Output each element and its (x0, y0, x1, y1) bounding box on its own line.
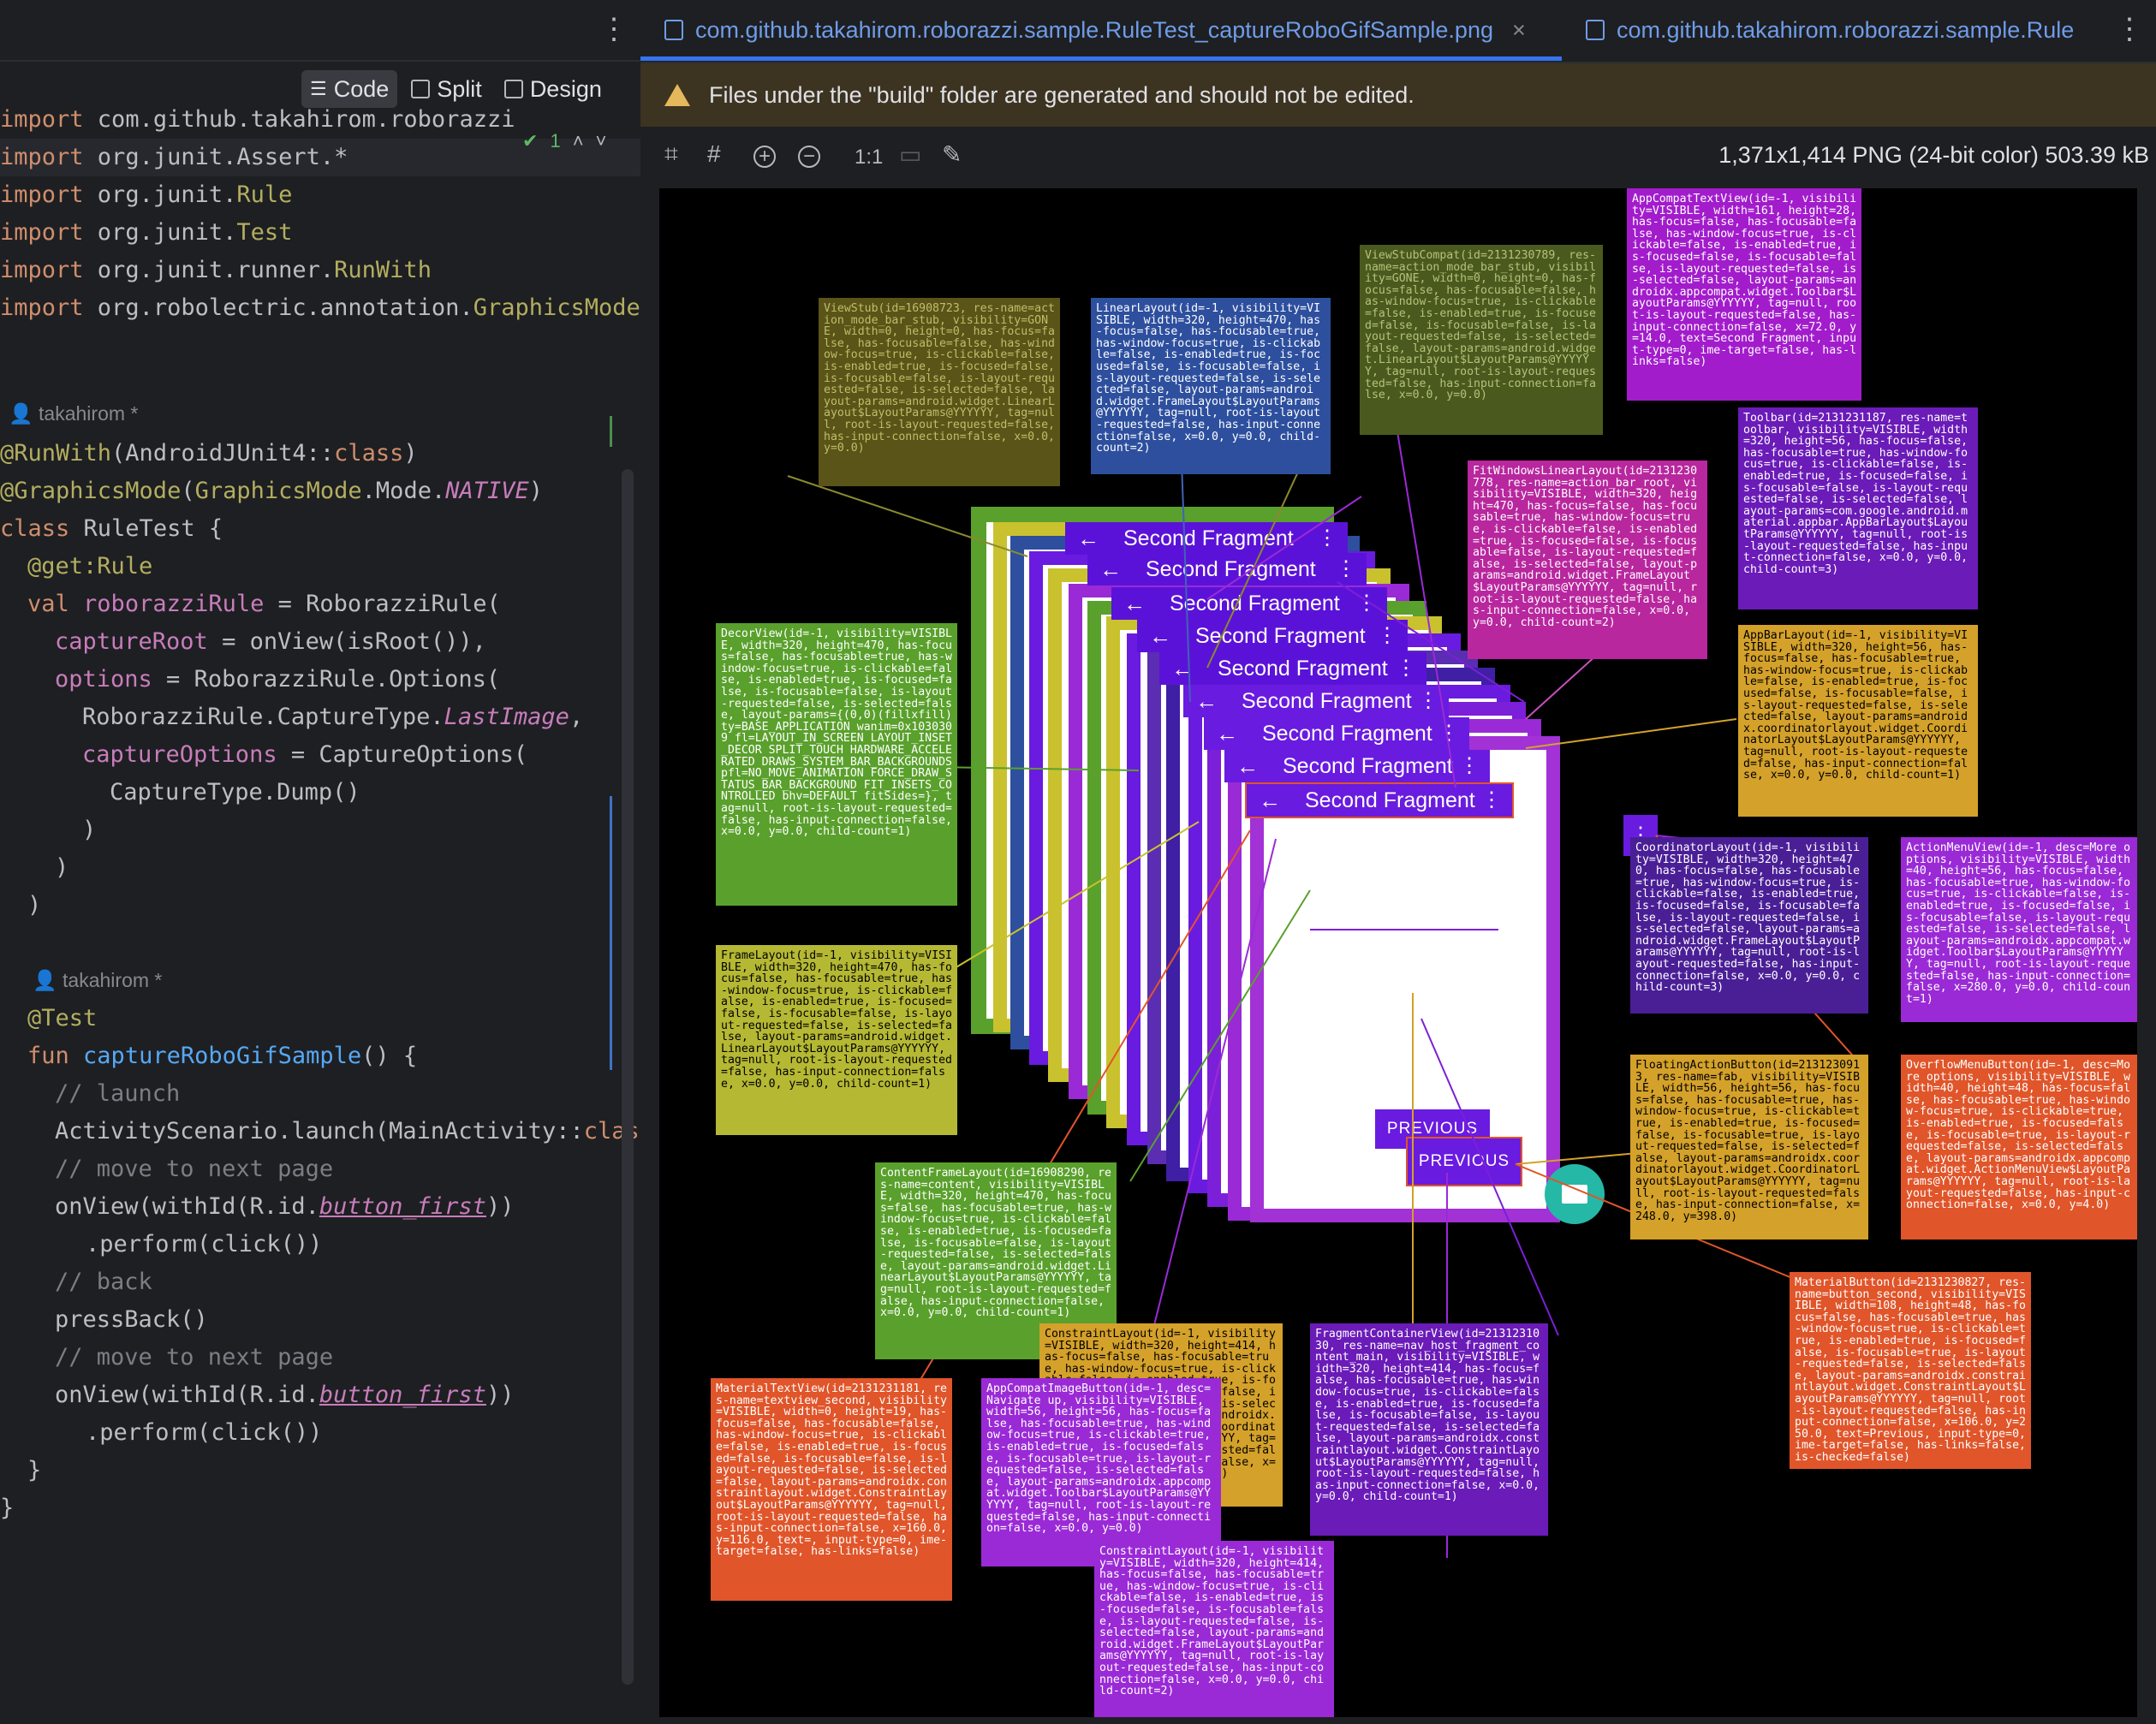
vcs-change-marker (610, 416, 612, 447)
node-fragment-container: FragmentContainerView(id=2131231030, res… (1310, 1323, 1548, 1536)
editor-topbar: ⋮ (0, 0, 640, 62)
image-info: 1,371x1,414 PNG (24-bit color) 503.39 kB (1718, 142, 2149, 168)
code-line[interactable]: fun captureRoboGifSample() { (27, 1037, 640, 1075)
tab-second-png[interactable]: com.github.takahirom.roborazzi.sample.Ru… (1586, 0, 2074, 60)
code-line[interactable]: import org.junit.Test (0, 214, 640, 252)
node-framelayout: FrameLayout(id=-1, visibility=VISIBLE, w… (716, 945, 957, 1135)
node-viewstub-compat: ViewStubCompat(id=2131230789, res-name=a… (1360, 245, 1603, 435)
tab-more-icon[interactable]: ⋮ (2115, 12, 2144, 46)
code-line[interactable]: // launch (55, 1075, 640, 1113)
code-line[interactable]: pressBack() (55, 1301, 640, 1339)
inspection-widget[interactable]: ✔ 1 ˄ ˅ (522, 130, 606, 152)
node-constraint-layout-root: ConstraintLayout(id=-1, visibility=VISIB… (1094, 1541, 1334, 1717)
node-appcompat-textview: AppCompatTextView(id=-1, visibility=VISI… (1627, 188, 1861, 401)
node-toolbar: Toolbar(id=2131231187, res-name=toolbar,… (1738, 407, 1978, 609)
code-line[interactable]: RoborazziRule.CaptureType.LastImage, (82, 699, 640, 736)
image-viewer: com.github.takahirom.roborazzi.sample.Ru… (640, 0, 2156, 1724)
author-hint[interactable]: 👤 takahirom * (33, 969, 162, 992)
node-fab: FloatingActionButton(id=2131230913, res-… (1630, 1055, 1868, 1239)
node-coordinator: CoordinatorLayout(id=-1, visibility=VISI… (1630, 837, 1868, 1014)
node-decorview: DecorView(id=-1, visibility=VISIBLE, wid… (716, 623, 957, 906)
color-picker-icon[interactable]: ✎ (942, 140, 962, 169)
code-line[interactable]: captureRoot = onView(isRoot()), (55, 623, 640, 661)
code-editor[interactable]: ⋮ ☰ Code Split Design import com.github.… (0, 0, 640, 1724)
author-hint[interactable]: 👤 takahirom * (9, 402, 138, 425)
code-line[interactable]: ) (27, 887, 640, 924)
code-line[interactable]: @get:Rule (27, 548, 640, 586)
lines-icon: ☰ (310, 78, 327, 99)
chevron-up-icon[interactable]: ˄ (573, 130, 584, 152)
tab-capture-png[interactable]: com.github.takahirom.roborazzi.sample.Ru… (664, 0, 1526, 60)
editor-tabs: com.github.takahirom.roborazzi.sample.Ru… (640, 0, 2156, 63)
image-toolbar: ⌗ # + − 1:1 ▭ ✎ 1,371x1,414 PNG (24-bit … (640, 128, 2156, 185)
code-line[interactable]: } (27, 1452, 640, 1489)
zoom-in-icon[interactable]: + (753, 146, 776, 168)
code-line[interactable]: // move to next page (55, 1150, 640, 1188)
vertical-scrollbar[interactable] (622, 469, 634, 1685)
more-options-icon[interactable]: ⋮ (599, 12, 628, 46)
node-overflow: OverflowMenuButton(id=-1, desc=More opti… (1901, 1055, 2137, 1239)
chevron-down-icon[interactable]: ˅ (596, 130, 607, 152)
code-line[interactable]: CaptureType.Dump() (110, 774, 640, 811)
generated-file-warning: Files under the "build" folder are gener… (640, 63, 2156, 127)
check-icon: ✔ (522, 130, 539, 152)
code-line[interactable]: import org.junit.runner.RunWith (0, 252, 640, 289)
image-file-icon (664, 20, 683, 40)
code-line[interactable]: ) (82, 811, 640, 849)
node-actionmenu: ActionMenuView(id=-1, desc=More options,… (1901, 837, 2137, 1022)
fit-window-icon[interactable]: ▭ (899, 140, 921, 169)
warning-icon (664, 84, 690, 106)
fit-icon[interactable]: ⌗ (664, 140, 678, 169)
split-icon (411, 80, 431, 98)
image-file-icon (1586, 20, 1605, 40)
code-line[interactable]: @Test (27, 1000, 640, 1037)
node-viewstub: ViewStub(id=16908723, res-name=action_mo… (819, 298, 1060, 486)
node-material-textview: MaterialTextView(id=2131231181, res-name… (711, 1378, 952, 1601)
code-line[interactable]: } (0, 1489, 640, 1527)
code-line[interactable]: ) (55, 849, 640, 887)
code-line[interactable]: options = RoborazziRule.Options( (55, 661, 640, 699)
close-icon[interactable]: × (1512, 17, 1526, 44)
zoom-out-icon[interactable]: − (798, 146, 820, 168)
code-line[interactable]: onView(withId(R.id.button_first)) (55, 1188, 640, 1226)
code-line[interactable]: import org.junit.Rule (0, 176, 640, 214)
code-line[interactable]: class RuleTest { (0, 510, 640, 548)
code-line[interactable]: // move to next page (55, 1339, 640, 1376)
code-line[interactable]: ActivityScenario.launch(MainActivity::cl… (55, 1113, 640, 1150)
code-line[interactable]: @GraphicsMode(GraphicsMode.Mode.NATIVE) (0, 473, 640, 510)
code-line[interactable]: .perform(click()) (86, 1414, 640, 1452)
image-canvas[interactable]: ← Second Fragment ⋮ ← Second Fragment ⋮ ← Sec… (659, 188, 2137, 1717)
code-line[interactable]: captureOptions = CaptureOptions( (82, 736, 640, 774)
actual-size-button[interactable]: 1:1 (855, 146, 883, 169)
code-line[interactable]: import org.robolectric.annotation.Graphi… (0, 289, 640, 327)
node-materialbutton: MaterialButton(id=2131230827, res-name=b… (1790, 1272, 2031, 1469)
code-line[interactable]: val roborazziRule = RoborazziRule( (27, 586, 640, 623)
node-fitwindows: FitWindowsLinearLayout(id=2131230778, re… (1468, 461, 1707, 659)
active-tab-indicator (640, 56, 1562, 61)
node-linearlayout: LinearLayout(id=-1, visibility=VISIBLE, … (1091, 298, 1331, 474)
code-line[interactable]: // back (55, 1263, 640, 1301)
image-icon (503, 80, 523, 98)
code-line[interactable]: @RunWith(AndroidJUnit4::class) (0, 435, 640, 473)
node-appcompat-imagebutton: AppCompatImageButton(id=-1, desc=Navigat… (981, 1378, 1221, 1566)
code-line[interactable]: onView(withId(R.id.button_first)) (55, 1376, 640, 1414)
vcs-change-marker (610, 796, 612, 1070)
code-line[interactable]: .perform(click()) (86, 1226, 640, 1263)
node-appbar: AppBarLayout(id=-1, visibility=VISIBLE, … (1738, 625, 1978, 817)
grid-icon[interactable]: # (707, 140, 721, 168)
